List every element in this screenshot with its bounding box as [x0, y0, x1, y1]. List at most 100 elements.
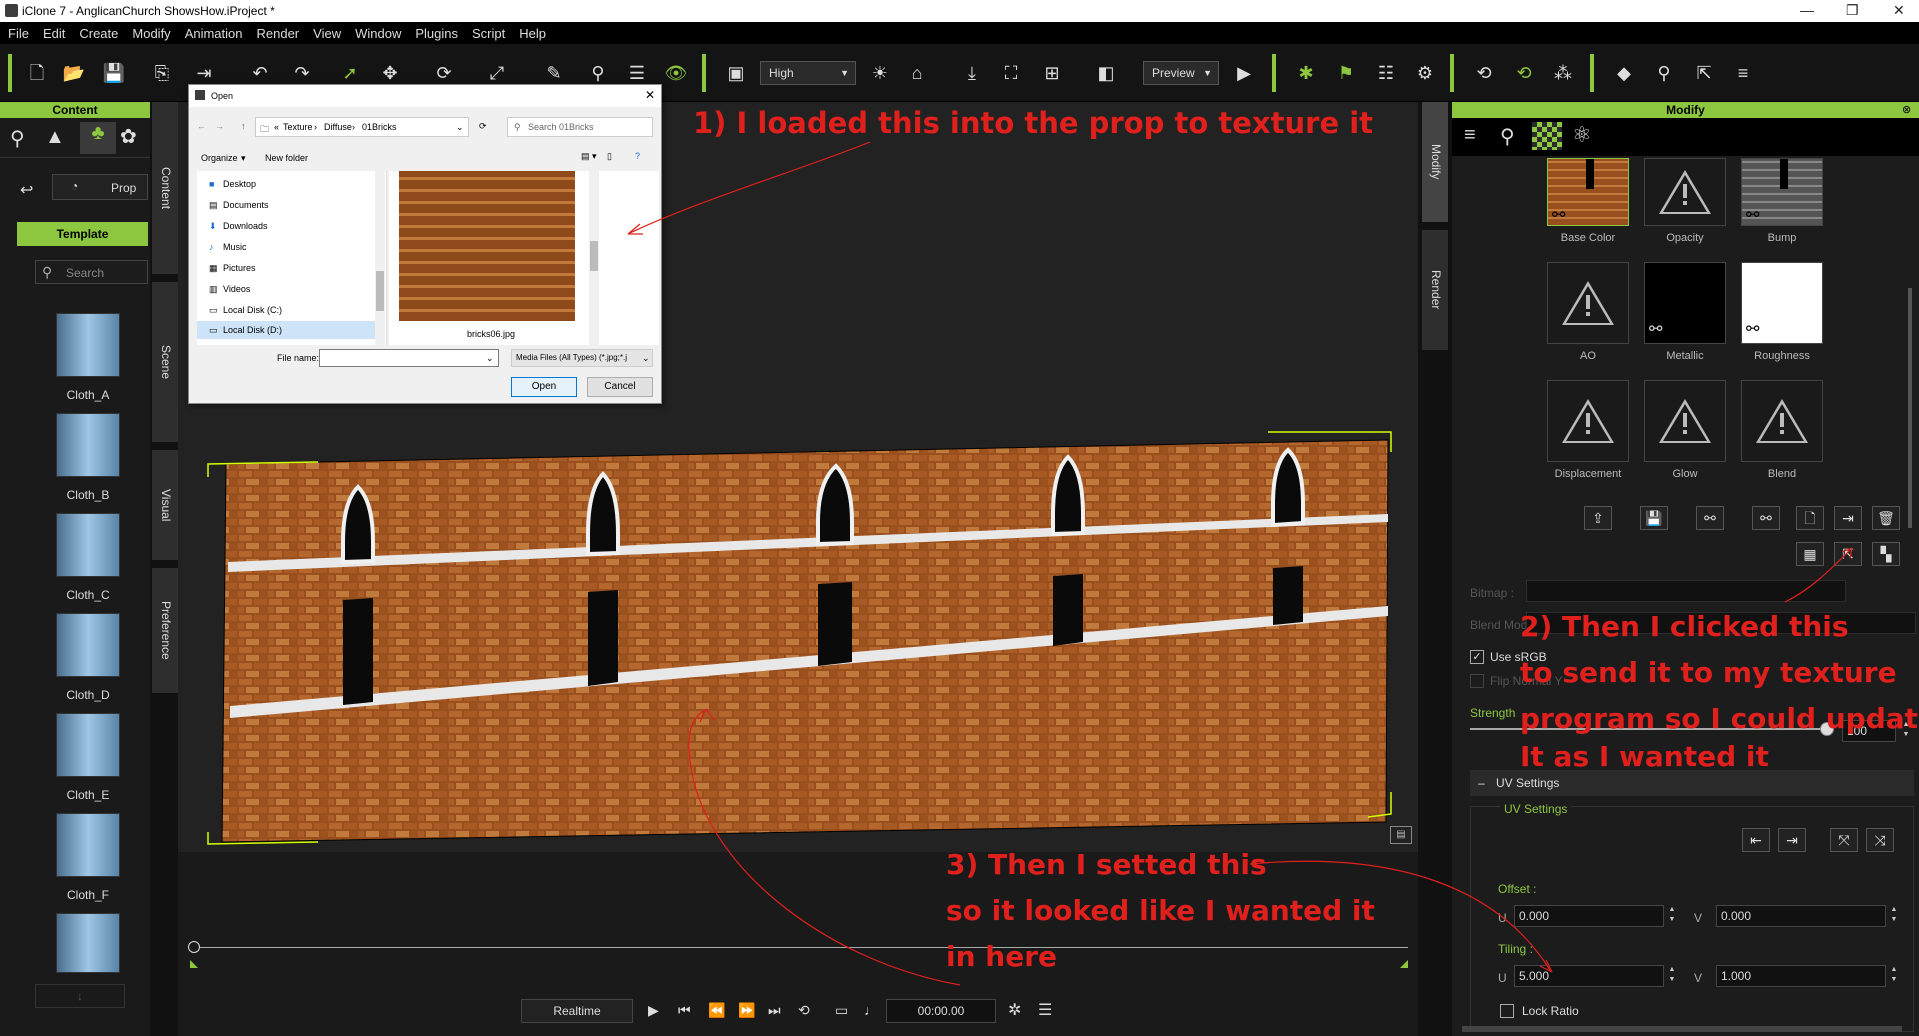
play-icon[interactable]: ▶	[648, 1002, 659, 1019]
address-bar[interactable]: 🗀 « Texture › Diffuse › 01Bricks ⌄	[255, 117, 469, 137]
launch-editor-button[interactable]: ⇱	[1834, 542, 1862, 566]
forward-arrow-icon[interactable]: →	[215, 121, 224, 131]
file-name-input[interactable]: ⌄	[319, 349, 499, 367]
tab-content[interactable]: Content	[152, 102, 178, 274]
flip-normal-checkbox[interactable]	[1470, 674, 1484, 688]
physics-icon[interactable]: ⟲	[1472, 61, 1496, 85]
timeline-track[interactable]	[194, 947, 1408, 948]
tab-render[interactable]: Render	[1422, 230, 1448, 350]
wrench-icon[interactable]: ⚙	[1413, 61, 1437, 85]
physics-tab-icon[interactable]: ⚛	[1572, 122, 1592, 148]
checklist-icon[interactable]: ☷	[1374, 61, 1398, 85]
tree-videos[interactable]: Videos	[223, 284, 250, 294]
uv-flip-v-button[interactable]: ⇥	[1778, 828, 1806, 852]
uv-reset-button[interactable]: ⤨	[1866, 828, 1894, 852]
actor-tab-icon[interactable]: ⚲	[10, 126, 25, 151]
panel-close-icon[interactable]: ⊗	[1902, 103, 1911, 116]
new-folder-button[interactable]: New folder	[265, 153, 308, 163]
opacity-tile[interactable]	[1644, 158, 1726, 226]
cloth-d-thumbnail[interactable]	[56, 613, 120, 677]
settings-gear-icon[interactable]: ✲	[1008, 1000, 1021, 1020]
motion-tab-icon[interactable]: ⚲	[1500, 124, 1515, 149]
displacement-tile[interactable]	[1547, 380, 1629, 462]
save-icon[interactable]: 💾	[102, 61, 126, 85]
menu-view[interactable]: View	[313, 26, 341, 41]
pick-icon[interactable]: ✎	[542, 61, 566, 85]
light-icon[interactable]: ☀	[868, 61, 892, 85]
menu-render[interactable]: Render	[257, 26, 300, 41]
flag-icon[interactable]: ⚑	[1334, 61, 1358, 85]
video-camera-icon[interactable]: ▶	[1232, 61, 1256, 85]
stage-tab-icon[interactable]: ▲	[45, 126, 65, 149]
tiling-u-input[interactable]: 5.000	[1514, 965, 1664, 987]
tab-preference[interactable]: Preference	[152, 568, 178, 693]
menu-animation[interactable]: Animation	[185, 26, 243, 41]
music-note-icon[interactable]: ♩	[864, 1002, 878, 1018]
close-icon[interactable]: ✕	[1893, 2, 1905, 19]
back-arrow-icon[interactable]: ←	[197, 121, 206, 131]
blend-tile[interactable]	[1741, 380, 1823, 462]
loop-icon[interactable]: ⟲	[798, 1002, 810, 1019]
go-start-icon[interactable]: ⏮	[678, 1002, 691, 1019]
home-icon[interactable]: ⌂	[905, 61, 929, 85]
refresh-icon[interactable]: ⟳	[479, 121, 487, 132]
lock-ratio-checkbox[interactable]	[1500, 1004, 1514, 1018]
export-icon[interactable]: ⇥	[192, 61, 216, 85]
tree-local-disk-d[interactable]: Local Disk (D:)	[223, 325, 282, 335]
cloth-c-thumbnail[interactable]	[56, 513, 120, 577]
tiling-u-spin-icon[interactable]: ▲ ▼	[1666, 965, 1678, 987]
tiling-v-spin-icon[interactable]: ▲ ▼	[1888, 965, 1900, 987]
timeline-list-icon[interactable]: ☰	[1038, 1000, 1052, 1020]
scroll-down-icon[interactable]: ↓	[35, 984, 125, 1008]
preview-pane-icon[interactable]: ▯	[607, 151, 612, 162]
offset-v-input[interactable]: 0.000	[1716, 905, 1886, 927]
grid-button[interactable]: ▦	[1796, 542, 1824, 566]
offset-v-spin-icon[interactable]: ▲ ▼	[1888, 905, 1900, 927]
load-image-button[interactable]: ⇪	[1584, 506, 1612, 530]
go-end-icon[interactable]: ⏭	[768, 1002, 781, 1019]
new-file-button[interactable]: 🗋	[1796, 506, 1824, 530]
rotate-icon[interactable]: ⟳	[432, 61, 456, 85]
select-icon[interactable]: ➚	[338, 61, 362, 85]
new-project-icon[interactable]: 🗋	[25, 61, 49, 85]
file-list-scrollbar-thumb[interactable]	[590, 241, 598, 271]
minimize-icon[interactable]: —	[1800, 2, 1814, 18]
export-image-icon[interactable]: ⇱	[1692, 61, 1716, 85]
tree-scrollbar[interactable]	[375, 171, 385, 345]
uv-flip-h-button[interactable]: ⇤	[1742, 828, 1770, 852]
zoom-fit-icon[interactable]: ⛶	[999, 61, 1023, 85]
forward-icon[interactable]: ⏩	[738, 1002, 755, 1019]
checker-button[interactable]: ▚	[1872, 542, 1900, 566]
menu-file[interactable]: File	[8, 26, 29, 41]
maximize-icon[interactable]: ❐	[1846, 2, 1859, 19]
motion-tab-icon[interactable]: ✿	[120, 124, 137, 149]
drop-to-floor-icon[interactable]: ⤓	[960, 61, 984, 85]
redo-icon[interactable]: ↷	[290, 61, 314, 85]
camera-view-icon[interactable]: ⊞	[1040, 61, 1064, 85]
menu-help[interactable]: Help	[519, 26, 546, 41]
bitmap-field[interactable]	[1526, 580, 1846, 602]
roughness-tile[interactable]: ⚯	[1741, 262, 1823, 344]
template-label[interactable]: Template	[17, 222, 148, 246]
organize-menu[interactable]: Organize	[201, 153, 238, 163]
start-marker[interactable]	[190, 960, 198, 968]
dialog-search-box[interactable]: ⚲ Search 01Bricks	[507, 117, 653, 137]
offset-u-spin-icon[interactable]: ▲ ▼	[1666, 905, 1678, 927]
menu-create[interactable]: Create	[79, 26, 118, 41]
up-arrow-icon[interactable]: ↑	[241, 121, 246, 131]
menu-edit[interactable]: Edit	[43, 26, 65, 41]
tab-scene[interactable]: Scene	[152, 282, 178, 442]
scale-icon[interactable]: ⤢	[485, 61, 509, 85]
preview-dropdown[interactable]: Preview	[1143, 61, 1219, 85]
comment-icon[interactable]: ▤	[1390, 826, 1412, 844]
use-srgb-checkbox[interactable]: ✓	[1470, 650, 1484, 664]
open-button[interactable]: Open	[511, 377, 577, 397]
menu-window[interactable]: Window	[355, 26, 401, 41]
prop-tab-icon[interactable]: ♣	[80, 122, 116, 154]
bricks06-filename[interactable]: bricks06.jpg	[467, 329, 515, 339]
timeline-playhead[interactable]	[188, 941, 200, 953]
delete-icon[interactable]: 🗑	[1872, 506, 1900, 530]
quality-dropdown[interactable]: High	[760, 61, 856, 85]
time-display[interactable]: 00:00.00	[886, 999, 996, 1023]
breadcrumb-texture[interactable]: Texture	[283, 122, 313, 132]
